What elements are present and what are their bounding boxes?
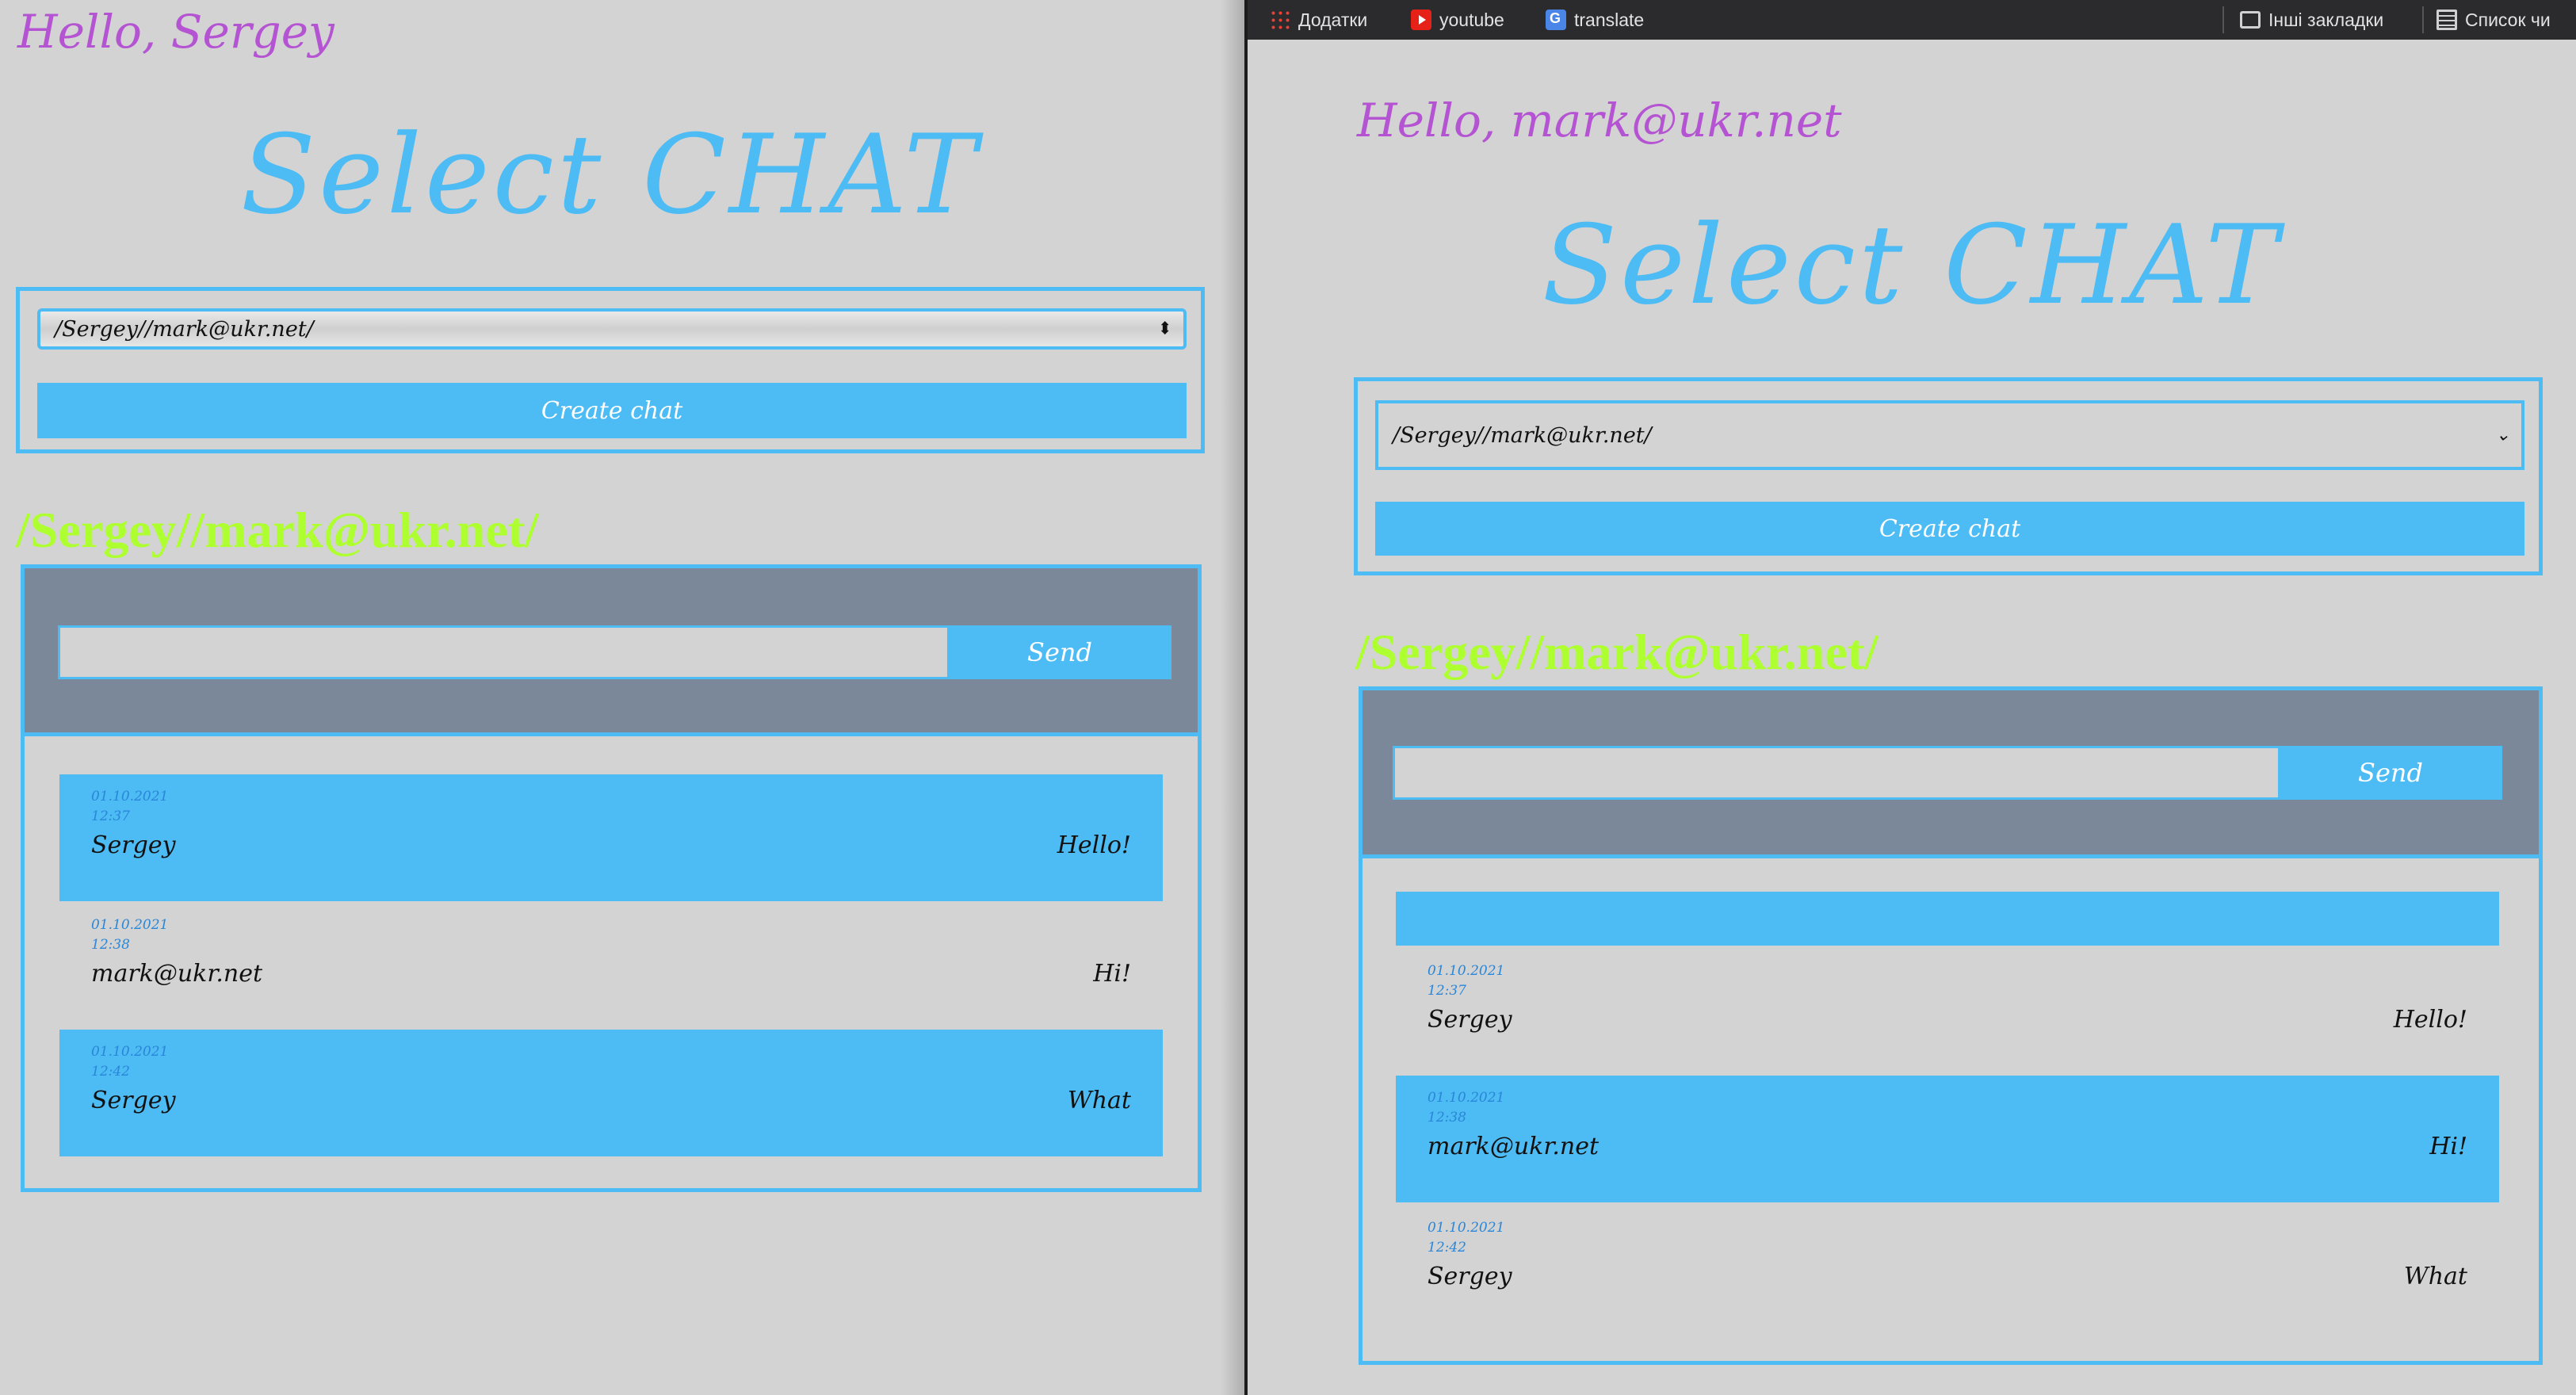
message-text: What xyxy=(1067,1087,1131,1114)
message-item: 01.10.2021 12:38 mark@ukr.net Hi! xyxy=(1396,1076,2499,1202)
message-date: 01.10.2021 12:37 xyxy=(91,789,169,824)
bookmark-apps[interactable]: Додатки xyxy=(1270,0,1367,40)
create-chat-button[interactable]: Create chat xyxy=(37,383,1187,438)
message-date: 01.10.2021 12:42 xyxy=(91,1044,169,1080)
message-item: 01.10.2021 12:42 Sergey What xyxy=(59,1030,1163,1156)
message-date: 01.10.2021 12:37 xyxy=(1428,963,1505,999)
chat-window: Send 01.10.2021 12:37 Sergey Hello! 01.1… xyxy=(21,564,1202,1192)
message-author: Sergey xyxy=(91,831,176,859)
chat-select-panel: /Sergey//mark@ukr.net/ ⌄ Create chat xyxy=(1354,377,2543,575)
bookmark-other-bookmarks[interactable]: Інші закладки xyxy=(2240,0,2383,40)
message-text: Hello! xyxy=(2393,1006,2467,1034)
message-item: 01.10.2021 12:42 Sergey What xyxy=(1396,1204,2499,1331)
left-browser-window: Hello, Sergey Select CHAT /Sergey//mark@… xyxy=(0,0,1244,1395)
apps-grid-icon xyxy=(1270,10,1290,30)
reading-list-icon xyxy=(2436,10,2457,30)
message-author: Sergey xyxy=(1428,1006,1512,1034)
chat-compose-header: Send xyxy=(25,568,1198,736)
bookmark-reading-list[interactable]: Список чи xyxy=(2436,0,2551,40)
chat-select-value: /Sergey//mark@ukr.net/ xyxy=(55,316,314,342)
create-chat-button[interactable]: Create chat xyxy=(1375,502,2524,556)
select-updown-icon: ⬍ xyxy=(1157,319,1172,339)
message-text: What xyxy=(2403,1263,2467,1290)
message-author: Sergey xyxy=(1428,1263,1512,1290)
bookmark-apps-label: Додатки xyxy=(1298,9,1368,30)
chat-name-heading: /Sergey//mark@ukr.net/ xyxy=(16,502,539,558)
right-browser-window: Додатки youtube translate Інші закладки … xyxy=(1248,0,2576,1395)
message-input[interactable] xyxy=(58,625,950,679)
other-bookmarks-label: Інші закладки xyxy=(2268,9,2384,30)
bookmark-translate-label: translate xyxy=(1574,9,1645,30)
message-item: 01.10.2021 12:37 Sergey Hello! xyxy=(59,774,1163,901)
bookmark-youtube-label: youtube xyxy=(1439,9,1504,30)
send-button[interactable]: Send xyxy=(2279,746,2502,800)
message-author: Sergey xyxy=(91,1087,176,1114)
greeting: Hello, mark@ukr.net xyxy=(1357,94,1842,147)
empty-message-item xyxy=(1396,892,2499,946)
page-title: Select CHAT xyxy=(1542,201,2282,329)
message-author: mark@ukr.net xyxy=(91,960,263,988)
message-item: 01.10.2021 12:37 Sergey Hello! xyxy=(1396,947,2499,1074)
folder-icon xyxy=(2240,11,2261,29)
chat-window: Send 01.10.2021 12:37 Sergey Hello! 01.1… xyxy=(1359,686,2543,1365)
chat-compose-header: Send xyxy=(1363,690,2539,858)
message-item: 01.10.2021 12:38 mark@ukr.net Hi! xyxy=(59,901,1163,1028)
bookmarks-separator xyxy=(2422,6,2424,33)
message-author: mark@ukr.net xyxy=(1428,1133,1599,1160)
page-title: Select CHAT xyxy=(240,111,980,239)
chevron-down-icon: ⌄ xyxy=(2495,425,2510,445)
youtube-icon xyxy=(1411,10,1431,30)
message-text: Hi! xyxy=(1093,960,1131,988)
send-button[interactable]: Send xyxy=(948,625,1171,679)
google-translate-icon xyxy=(1546,10,1566,30)
message-input[interactable] xyxy=(1393,746,2280,800)
chat-select[interactable]: /Sergey//mark@ukr.net/ ⌄ xyxy=(1375,400,2524,470)
reading-list-label: Список чи xyxy=(2465,9,2551,30)
chat-name-heading: /Sergey//mark@ukr.net/ xyxy=(1355,624,1878,680)
greeting: Hello, Sergey xyxy=(17,5,334,59)
bookmarks-bar: Додатки youtube translate Інші закладки … xyxy=(1248,0,2576,40)
chat-select-value: /Sergey//mark@ukr.net/ xyxy=(1393,422,1652,448)
chat-select[interactable]: /Sergey//mark@ukr.net/ ⬍ xyxy=(37,308,1187,350)
message-date: 01.10.2021 12:38 xyxy=(91,917,169,953)
chat-select-panel: /Sergey//mark@ukr.net/ ⬍ Create chat xyxy=(16,287,1205,453)
bookmark-translate[interactable]: translate xyxy=(1546,0,1644,40)
message-date: 01.10.2021 12:42 xyxy=(1428,1220,1505,1256)
bookmarks-separator xyxy=(2222,6,2224,33)
message-text: Hi! xyxy=(2429,1133,2467,1160)
bookmark-youtube[interactable]: youtube xyxy=(1411,0,1504,40)
message-text: Hello! xyxy=(1057,831,1131,859)
message-date: 01.10.2021 12:38 xyxy=(1428,1090,1505,1126)
